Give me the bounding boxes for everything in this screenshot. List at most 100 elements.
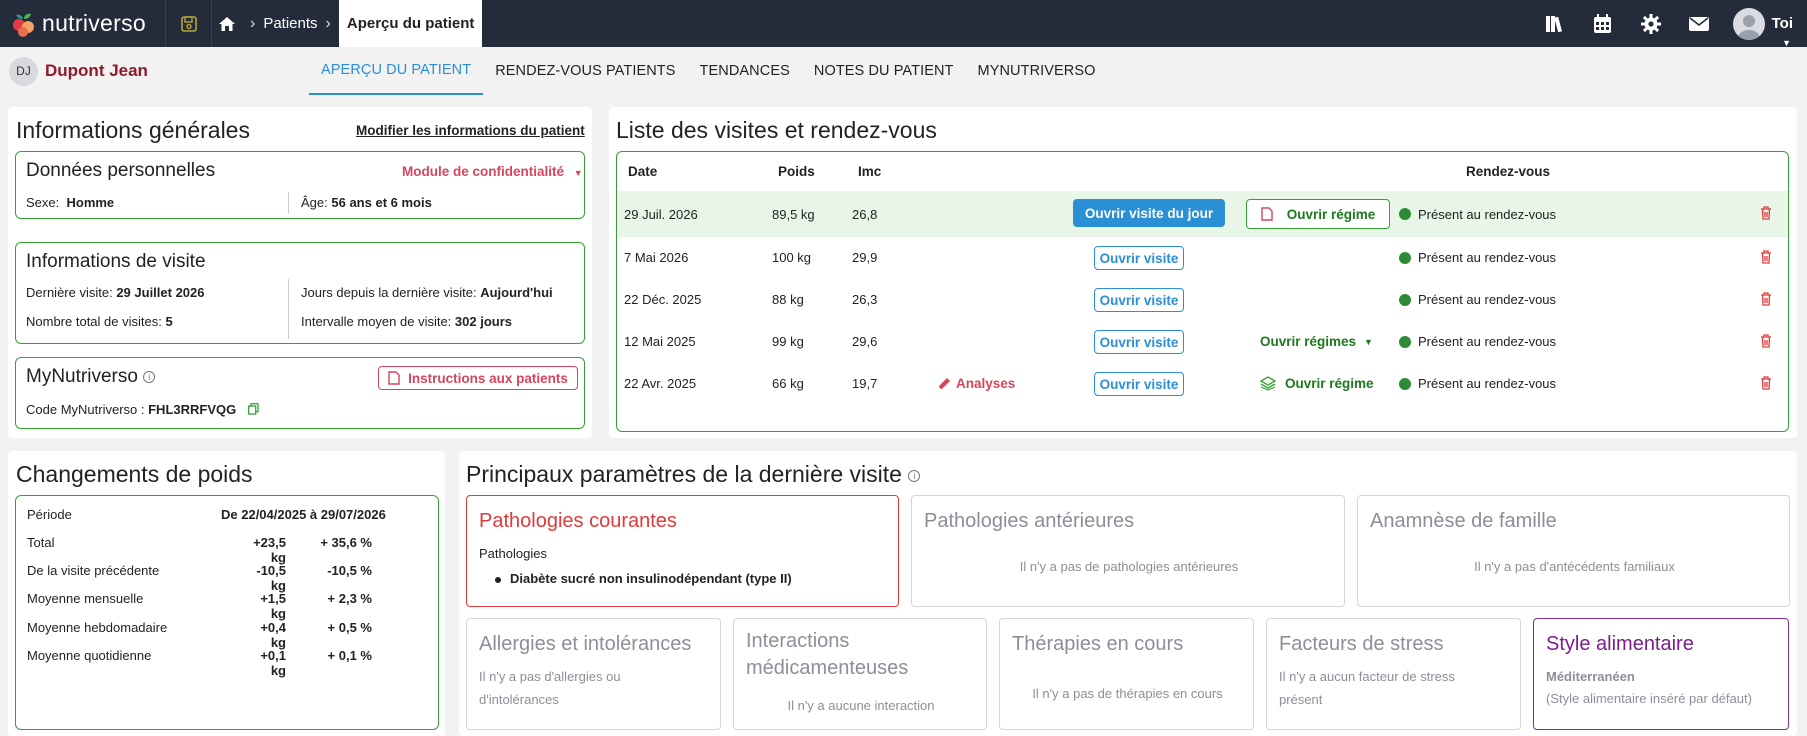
- days-since-label: Jours depuis la dernière visite:: [301, 285, 477, 300]
- status-label: Présent au rendez-vous: [1418, 334, 1557, 349]
- tab-patient-appointments[interactable]: RENDEZ-VOUS PATIENTS: [483, 47, 687, 95]
- drug-interactions-title-line: médicamenteuses: [746, 657, 909, 679]
- mail-button[interactable]: [1675, 0, 1723, 47]
- save-icon: [180, 15, 197, 32]
- analyses-link[interactable]: Analyses: [938, 363, 1015, 404]
- calendar-icon: [1594, 13, 1612, 33]
- drug-interactions-box[interactable]: Interactions médicamenteuses Il n'y a au…: [733, 618, 987, 730]
- edit-patient-info-link[interactable]: Modifier les informations du patient: [356, 123, 585, 138]
- copy-icon[interactable]: [247, 403, 259, 418]
- open-diets-dropdown[interactable]: Ouvrir régimes ▼: [1260, 321, 1373, 362]
- delete-visit-button[interactable]: [1760, 376, 1772, 395]
- last-visit-label: Dernière visite:: [26, 285, 113, 300]
- stress-factors-empty: Il n'y a aucun facteur de stress présent: [1279, 665, 1455, 711]
- current-pathologies-title: Pathologies courantes: [479, 510, 677, 532]
- open-visit-button[interactable]: Ouvrir visite: [1094, 330, 1184, 354]
- weight-row-pct: + 35,6 %: [320, 535, 372, 550]
- visit-weight: 100 kg: [772, 250, 812, 265]
- delete-visit-button[interactable]: [1760, 206, 1772, 225]
- status-label: Présent au rendez-vous: [1418, 250, 1557, 265]
- days-since-value: Aujourd'hui: [480, 285, 553, 300]
- status-dot: [1399, 293, 1411, 306]
- stress-factors-title: Facteurs de stress: [1279, 633, 1444, 655]
- weight-row-label: Moyenne mensuelle: [27, 591, 144, 606]
- status-dot: [1399, 377, 1411, 390]
- visit-bmi: 29,6: [852, 334, 878, 349]
- visits-table: Date Poids Imc Rendez-vous 29 Juil. 2026…: [616, 151, 1789, 432]
- save-button[interactable]: [166, 0, 212, 47]
- logo-icon: [10, 10, 38, 38]
- user-menu[interactable]: Toi ▼: [1732, 7, 1793, 48]
- diet-style-value: Méditerranéen: [1546, 669, 1635, 684]
- tab-patient-notes[interactable]: NOTES DU PATIENT: [802, 47, 966, 95]
- chevron-right-icon: ›: [325, 14, 331, 32]
- open-diets-label: Ouvrir régimes: [1260, 334, 1357, 349]
- allergies-empty-line: Il n'y a pas d'allergies ou: [479, 669, 621, 684]
- sex-field: Sexe: Homme: [26, 195, 114, 210]
- open-today-visit-button[interactable]: Ouvrir visite du jour: [1073, 199, 1225, 227]
- weight-row-label: Total: [27, 535, 55, 550]
- weight-changes-box: Période De 22/04/2025 à 29/07/2026 Total…: [15, 495, 439, 730]
- visit-date: 7 Mai 2026: [624, 250, 689, 265]
- age-field: Âge: 56 ans et 6 mois: [301, 195, 432, 210]
- open-diet-button[interactable]: Ouvrir régime: [1246, 199, 1390, 229]
- sex-value: Homme: [66, 195, 115, 210]
- patient-name[interactable]: Dupont Jean: [45, 61, 148, 81]
- tab-trends[interactable]: TENDANCES: [688, 47, 802, 95]
- privacy-module-dropdown[interactable]: Module de confidentialité ▼: [402, 164, 583, 179]
- weight-changes-title: Changements de poids: [16, 461, 253, 487]
- allergies-box[interactable]: Allergies et intolérances Il n'y a pas d…: [466, 618, 721, 730]
- info-icon[interactable]: i: [143, 370, 156, 383]
- open-visit-button[interactable]: Ouvrir visite: [1094, 246, 1184, 270]
- header-weight: Poids: [778, 164, 815, 179]
- visit-weight: 99 kg: [772, 334, 804, 349]
- stress-factors-box[interactable]: Facteurs de stress Il n'y a aucun facteu…: [1266, 618, 1521, 730]
- trash-icon: [1761, 206, 1771, 220]
- days-since-field: Jours depuis la dernière visite: Aujourd…: [301, 285, 553, 300]
- visit-row: 12 Mai 2025 99 kg 29,6 Ouvrir visite Ouv…: [618, 321, 1788, 362]
- bullet-icon: [495, 576, 501, 583]
- document-icon: [1261, 207, 1273, 221]
- weight-changes-card: Changements de poids Période De 22/04/20…: [8, 451, 445, 736]
- open-visit-button[interactable]: Ouvrir visite: [1094, 372, 1184, 396]
- visits-card: Liste des visites et rendez-vous Date Po…: [609, 107, 1797, 438]
- current-pathologies-box[interactable]: Pathologies courantes Pathologies Diabèt…: [466, 495, 899, 607]
- info-icon[interactable]: i: [908, 469, 921, 482]
- home-button[interactable]: [212, 0, 242, 47]
- total-visits-label: Nombre total de visites:: [26, 314, 162, 329]
- open-visit-button[interactable]: Ouvrir visite: [1094, 288, 1184, 312]
- library-button[interactable]: [1531, 0, 1579, 47]
- tab-mynutriverso[interactable]: MYNUTRIVERSO: [966, 47, 1108, 95]
- visit-weight: 88 kg: [772, 292, 804, 307]
- family-history-box[interactable]: Anamnèse de famille Il n'y a pas d'antéc…: [1357, 495, 1790, 607]
- patient-instructions-label: Instructions aux patients: [408, 370, 568, 386]
- patient-avatar: DJ: [9, 56, 38, 86]
- general-info-card: Informations générales Modifier les info…: [8, 107, 592, 438]
- patient-instructions-button[interactable]: Instructions aux patients: [378, 366, 578, 390]
- app-logo[interactable]: nutriverso: [0, 0, 166, 47]
- past-pathologies-box[interactable]: Pathologies antérieures Il n'y a pas de …: [911, 495, 1345, 607]
- code-label: Code MyNutriverso :: [26, 402, 145, 417]
- status-dot: [1399, 251, 1411, 264]
- open-diet-label: Ouvrir régime: [1286, 206, 1376, 222]
- last-visit-value: 29 Juillet 2026: [116, 285, 205, 300]
- current-therapies-box[interactable]: Thérapies en cours Il n'y a pas de théra…: [999, 618, 1254, 730]
- status-label: Présent au rendez-vous: [1418, 376, 1557, 391]
- weight-row-pct: + 0,1 %: [327, 648, 372, 663]
- calendar-button[interactable]: [1579, 0, 1627, 47]
- diet-style-box[interactable]: Style alimentaire Méditerranéen (Style a…: [1533, 618, 1789, 730]
- tab-patient-overview[interactable]: APERÇU DU PATIENT: [309, 47, 484, 95]
- delete-visit-button[interactable]: [1760, 334, 1772, 353]
- visit-date: 22 Déc. 2025: [624, 292, 702, 307]
- open-diet-link[interactable]: Ouvrir régime: [1260, 363, 1374, 404]
- delete-visit-button[interactable]: [1760, 250, 1772, 269]
- trash-icon: [1761, 376, 1771, 390]
- user-label: Toi: [1771, 15, 1793, 32]
- drug-interactions-empty: Il n'y a aucune interaction: [787, 698, 935, 713]
- breadcrumb-patients[interactable]: Patients: [263, 15, 317, 32]
- settings-button[interactable]: [1627, 0, 1675, 47]
- attendance-status: Présent au rendez-vous: [1399, 191, 1556, 237]
- delete-visit-button[interactable]: [1760, 292, 1772, 311]
- visit-date: 22 Avr. 2025: [624, 376, 697, 391]
- trash-icon: [1761, 334, 1771, 348]
